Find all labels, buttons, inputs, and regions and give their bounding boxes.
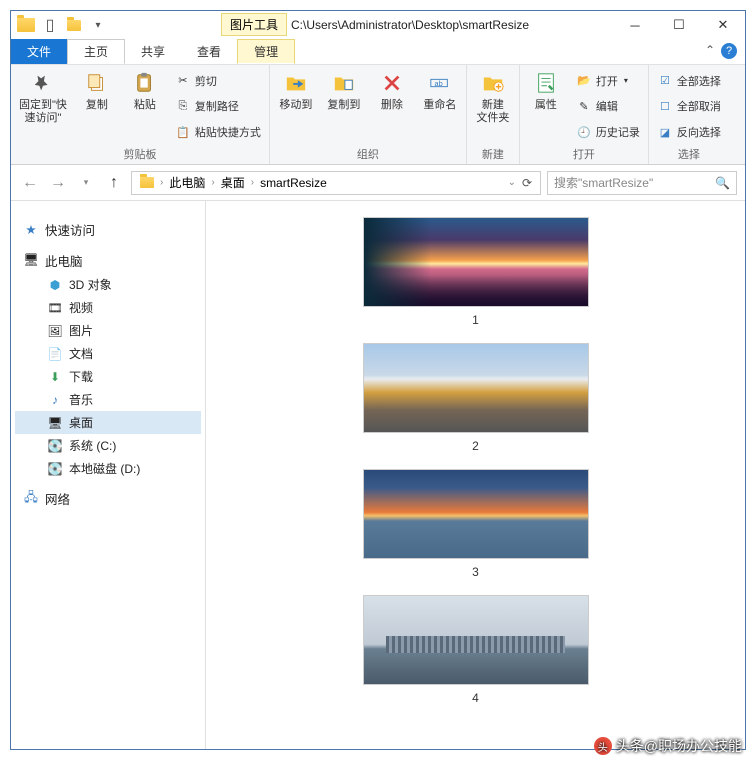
ribbon-group-select: ☑全部选择 ☐全部取消 ◪反向选择 选择 xyxy=(649,65,729,164)
refresh-button[interactable]: ⟳ xyxy=(516,176,538,190)
qat-overflow[interactable]: ▾ xyxy=(87,14,109,36)
nav-3d-objects[interactable]: ⬢3D 对象 xyxy=(15,273,201,296)
qat-item[interactable] xyxy=(63,14,85,36)
watermark-logo-icon: 头 xyxy=(594,737,612,755)
nav-desktop[interactable]: 🖥桌面 xyxy=(15,411,201,434)
quick-access-toolbar: ▯ ▾ xyxy=(11,12,113,38)
contextual-tab-header: 图片工具 xyxy=(221,13,287,36)
nav-network[interactable]: 🖧网络 xyxy=(15,486,201,511)
paste-button[interactable]: 粘贴 xyxy=(127,69,163,144)
properties-button[interactable]: 属性 xyxy=(528,69,564,144)
address-bar[interactable]: › 此电脑 › 桌面 › smartResize ⌄ ⟳ xyxy=(131,171,541,195)
select-none-button[interactable]: ☐全部取消 xyxy=(657,96,721,116)
ribbon-group-clipboard: 固定到"快 速访问" 复制 粘贴 ✂剪切 ⎘复制路径 📋粘贴快捷方式 剪贴板 xyxy=(11,65,270,164)
titlebar: ▯ ▾ 图片工具 C:\Users\Administrator\Desktop\… xyxy=(11,11,745,39)
nav-quick-access[interactable]: ★快速访问 xyxy=(15,217,201,242)
window-title: C:\Users\Administrator\Desktop\smartResi… xyxy=(291,18,529,32)
forward-button[interactable]: → xyxy=(47,172,69,194)
search-icon: 🔍 xyxy=(715,176,730,190)
breadcrumb-desktop[interactable]: 桌面 xyxy=(215,174,251,191)
copy-to-button[interactable]: 复制到 xyxy=(326,69,362,144)
nav-pictures[interactable]: 🖼图片 xyxy=(15,319,201,342)
folder-app-icon xyxy=(15,14,37,36)
copy-path-button[interactable]: ⎘复制路径 xyxy=(175,96,261,116)
back-button[interactable]: ← xyxy=(19,172,41,194)
search-placeholder: 搜索"smartResize" xyxy=(554,174,653,191)
file-name: 3 xyxy=(472,565,479,579)
body: ★快速访问 🖥此电脑 ⬢3D 对象 🎞视频 🖼图片 📄文档 ⬇下载 ♪音乐 🖥桌… xyxy=(11,201,745,749)
maximize-button[interactable]: ☐ xyxy=(657,11,701,39)
tab-file[interactable]: 文件 xyxy=(11,39,67,64)
tab-home[interactable]: 主页 xyxy=(67,39,125,64)
thumbnail-icon xyxy=(363,343,589,433)
thumbnail-icon xyxy=(363,595,589,685)
nav-videos[interactable]: 🎞视频 xyxy=(15,296,201,319)
close-button[interactable]: ✕ xyxy=(701,11,745,39)
edit-button[interactable]: ✎编辑 xyxy=(576,96,640,116)
file-view[interactable]: 1 2 3 4 xyxy=(206,201,745,749)
tab-manage[interactable]: 管理 xyxy=(237,39,295,64)
tab-share[interactable]: 共享 xyxy=(125,39,181,64)
breadcrumb-folder[interactable]: smartResize xyxy=(254,176,333,190)
search-box[interactable]: 搜索"smartResize" 🔍 xyxy=(547,171,737,195)
ribbon-group-new: 新建 文件夹 新建 xyxy=(467,65,520,164)
list-item[interactable]: 4 xyxy=(363,595,589,705)
rename-button[interactable]: ab 重命名 xyxy=(422,69,458,144)
open-button[interactable]: 📂打开▾ xyxy=(576,71,640,91)
invert-selection-button[interactable]: ◪反向选择 xyxy=(657,122,721,142)
contextual-tab-label: 图片工具 xyxy=(230,16,278,33)
recent-locations-button[interactable]: ▾ xyxy=(75,172,97,194)
delete-button[interactable]: 删除 xyxy=(374,69,410,144)
tab-view[interactable]: 查看 xyxy=(181,39,237,64)
ribbon: 固定到"快 速访问" 复制 粘贴 ✂剪切 ⎘复制路径 📋粘贴快捷方式 剪贴板 xyxy=(11,65,745,165)
file-name: 4 xyxy=(472,691,479,705)
thumbnail-icon xyxy=(363,469,589,559)
history-button[interactable]: 🕘历史记录 xyxy=(576,122,640,142)
select-all-button[interactable]: ☑全部选择 xyxy=(657,71,721,91)
ribbon-tabs: 文件 主页 共享 查看 管理 ⌃ ? xyxy=(11,39,745,65)
ribbon-group-organize: 移动到 复制到 删除 ab 重命名 组织 xyxy=(270,65,467,164)
thumbnail-icon xyxy=(363,217,589,307)
nav-downloads[interactable]: ⬇下载 xyxy=(15,365,201,388)
pin-to-quick-access-button[interactable]: 固定到"快 速访问" xyxy=(19,69,67,144)
nav-music[interactable]: ♪音乐 xyxy=(15,388,201,411)
file-name: 2 xyxy=(472,439,479,453)
copy-button[interactable]: 复制 xyxy=(79,69,115,144)
address-dropdown-icon[interactable]: ⌄ xyxy=(508,177,516,188)
nav-documents[interactable]: 📄文档 xyxy=(15,342,201,365)
qat-item[interactable]: ▯ xyxy=(39,14,61,36)
list-item[interactable]: 1 xyxy=(363,217,589,327)
list-item[interactable]: 3 xyxy=(363,469,589,579)
help-icon[interactable]: ? xyxy=(721,43,737,59)
nav-disk-d[interactable]: 💽本地磁盘 (D:) xyxy=(15,457,201,480)
up-button[interactable]: ↑ xyxy=(103,172,125,194)
paste-shortcut-button[interactable]: 📋粘贴快捷方式 xyxy=(175,122,261,142)
minimize-button[interactable]: ─ xyxy=(613,11,657,39)
file-name: 1 xyxy=(472,313,479,327)
explorer-window: ▯ ▾ 图片工具 C:\Users\Administrator\Desktop\… xyxy=(10,10,746,750)
ribbon-group-open: 属性 📂打开▾ ✎编辑 🕘历史记录 打开 xyxy=(520,65,649,164)
breadcrumb-this-pc[interactable]: 此电脑 xyxy=(163,174,211,191)
move-to-button[interactable]: 移动到 xyxy=(278,69,314,144)
address-bar-row: ← → ▾ ↑ › 此电脑 › 桌面 › smartResize ⌄ ⟳ 搜索"… xyxy=(11,165,745,201)
ribbon-collapse-icon[interactable]: ⌃ xyxy=(705,43,715,57)
navigation-pane: ★快速访问 🖥此电脑 ⬢3D 对象 🎞视频 🖼图片 📄文档 ⬇下载 ♪音乐 🖥桌… xyxy=(11,201,206,749)
list-item[interactable]: 2 xyxy=(363,343,589,453)
cut-button[interactable]: ✂剪切 xyxy=(175,71,261,91)
nav-disk-c[interactable]: 💽系统 (C:) xyxy=(15,434,201,457)
new-folder-button[interactable]: 新建 文件夹 xyxy=(475,69,511,144)
watermark: 头 头条@职场办公技能 xyxy=(594,736,742,756)
svg-text:ab: ab xyxy=(434,79,442,88)
nav-this-pc[interactable]: 🖥此电脑 xyxy=(15,248,201,273)
